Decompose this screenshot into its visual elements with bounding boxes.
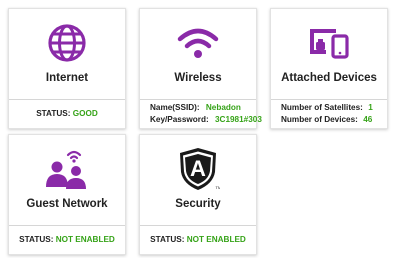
dashboard-grid: Internet STATUS: GOOD Wireless Name(SSID… — [0, 0, 400, 258]
status-label: STATUS: — [19, 235, 54, 244]
status-value: NOT ENABLED — [186, 235, 246, 244]
ssid-value: Nebadon — [205, 103, 241, 112]
globe-icon — [45, 20, 89, 65]
devices-label: Number of Devices: — [281, 115, 358, 124]
security-logo-letter: A — [190, 156, 206, 181]
svg-text:TM: TM — [216, 185, 221, 190]
password-value: 3C1981#303 — [214, 115, 262, 124]
guest-network-tile[interactable]: Guest Network STATUS: NOT ENABLED — [8, 134, 126, 255]
wireless-details: Name(SSID): Nebadon Key/Password: 3C1981… — [140, 100, 262, 128]
internet-tile[interactable]: Internet STATUS: GOOD — [8, 8, 126, 129]
devices-value: 46 — [363, 115, 373, 124]
guest-network-tile-header: Guest Network — [9, 135, 125, 225]
status-value: GOOD — [72, 109, 98, 118]
attached-devices-details: Number of Satellites: 1 Number of Device… — [271, 100, 387, 128]
wireless-title: Wireless — [174, 72, 222, 84]
status-value: NOT ENABLED — [55, 235, 115, 244]
guest-users-icon — [43, 146, 91, 191]
devices-icon — [306, 20, 352, 65]
attached-devices-tile-header: Attached Devices — [271, 9, 387, 99]
password-label: Key/Password: — [150, 115, 209, 124]
guest-network-status: STATUS: NOT ENABLED — [9, 226, 125, 254]
satellites-value: 1 — [368, 103, 373, 112]
wireless-tile-header: Wireless — [140, 9, 256, 99]
security-tile[interactable]: TM A Security STATUS: NOT ENABLED — [139, 134, 257, 255]
armor-shield-icon: TM A — [176, 146, 220, 191]
status-label: STATUS: — [150, 235, 185, 244]
internet-tile-header: Internet — [9, 9, 125, 99]
internet-title: Internet — [45, 72, 89, 84]
wireless-tile[interactable]: Wireless Name(SSID): Nebadon Key/Passwor… — [139, 8, 262, 129]
security-status: STATUS: NOT ENABLED — [140, 226, 256, 254]
attached-devices-tile[interactable]: Attached Devices Number of Satellites: 1… — [270, 8, 388, 129]
security-tile-header: TM A Security — [140, 135, 256, 225]
wifi-icon — [176, 20, 220, 65]
security-title: Security — [175, 198, 221, 210]
ssid-label: Name(SSID): — [150, 103, 200, 112]
attached-devices-title: Attached Devices — [281, 72, 377, 84]
satellites-label: Number of Satellites: — [281, 103, 363, 112]
guest-network-title: Guest Network — [26, 198, 108, 210]
internet-status: STATUS: GOOD — [9, 100, 125, 128]
status-label: STATUS: — [36, 109, 71, 118]
